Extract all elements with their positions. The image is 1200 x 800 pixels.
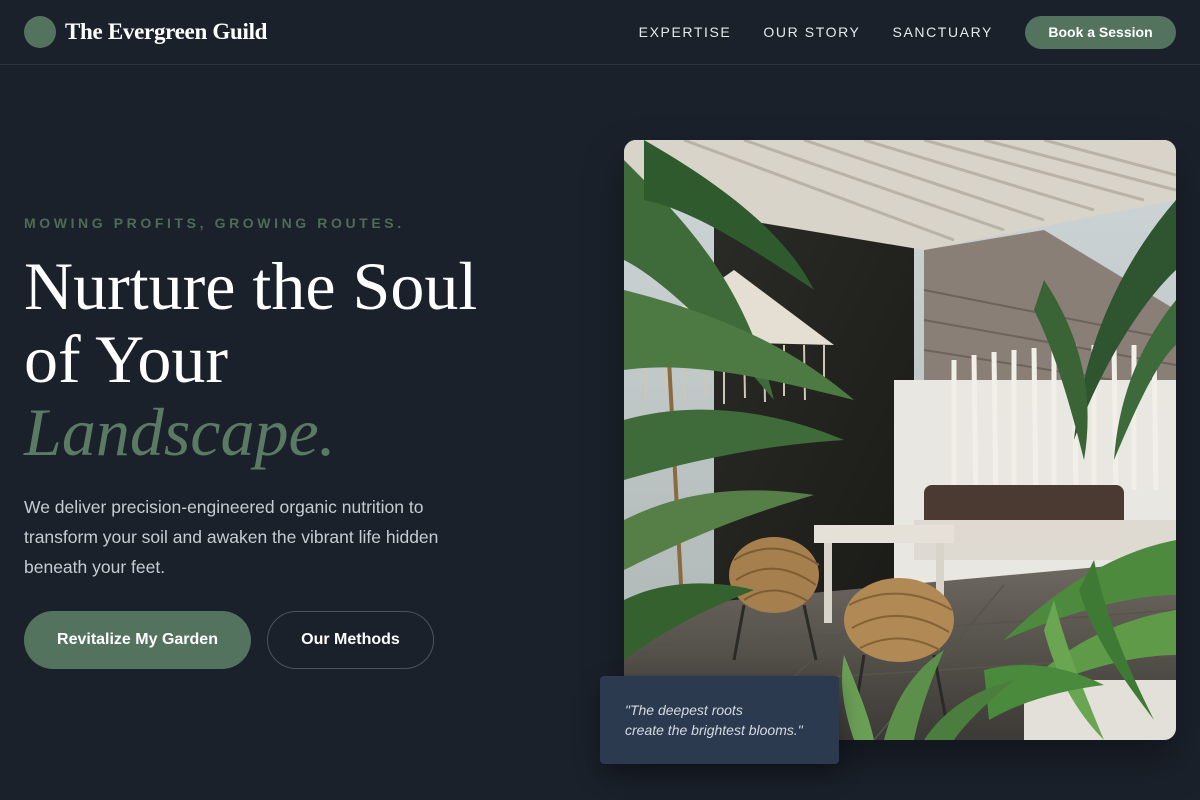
- brand[interactable]: The Evergreen Guild: [24, 16, 267, 48]
- brand-name: The Evergreen Guild: [65, 19, 268, 44]
- nav-link-our-story[interactable]: OUR STORY: [763, 24, 860, 40]
- headline-line-1: Nurture the Soul: [24, 248, 478, 324]
- quote-line-1: "The deepest roots: [625, 702, 743, 718]
- headline-line-2: of Your: [24, 321, 229, 397]
- hero-photo: [624, 140, 1176, 740]
- quote-card: "The deepest roots create the brightest …: [600, 676, 839, 764]
- nav-link-sanctuary[interactable]: SANCTUARY: [893, 24, 994, 40]
- site-header: The Evergreen Guild EXPERTISE OUR STORY …: [0, 0, 1200, 65]
- headline-accent: Landscape.: [24, 394, 336, 470]
- quote-line-2: create the brightest blooms.": [625, 722, 803, 738]
- brand-logo-icon: [24, 16, 56, 48]
- hero-lead: We deliver precision-engineered organic …: [24, 497, 439, 577]
- hero-headline: Nurture the Soul of Your Landscape.: [24, 250, 477, 469]
- revitalize-garden-button[interactable]: Revitalize My Garden: [24, 611, 251, 669]
- our-methods-button[interactable]: Our Methods: [267, 611, 434, 669]
- main-nav: EXPERTISE OUR STORY SANCTUARY Book a Ses…: [607, 15, 1176, 49]
- nav-link-expertise[interactable]: EXPERTISE: [639, 24, 732, 40]
- hero-eyebrow: MOWING PROFITS, GROWING ROUTES.: [24, 215, 405, 231]
- book-session-button[interactable]: Book a Session: [1025, 15, 1176, 49]
